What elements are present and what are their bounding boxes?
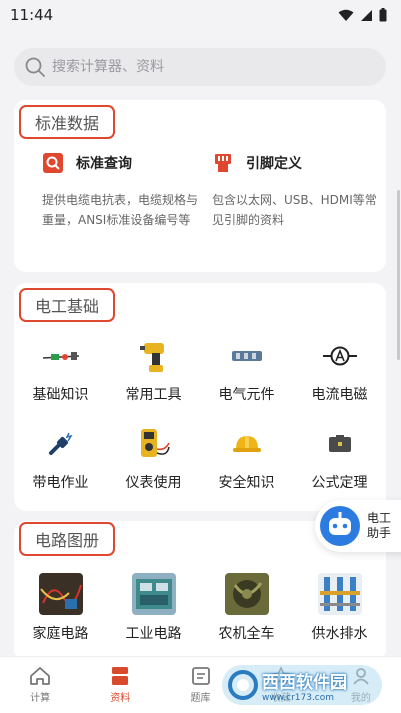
photo-label: 供水排水 [311, 626, 368, 642]
photo-label: 农机全车 [218, 626, 275, 642]
search-bar[interactable] [14, 48, 386, 86]
status-time: 11:44 [10, 6, 54, 24]
grid-label: 常用工具 [125, 387, 182, 403]
standard-data-card: 标准数据 标准查询 提供电缆电抗表，电缆规格与重量，ANSI标准设备编号等 引脚… [14, 100, 386, 272]
electrician-assistant-button[interactable]: 电工 助手 [315, 500, 401, 552]
battery-icon [379, 8, 387, 22]
grid-item-water-supply[interactable]: 供水排水 [293, 573, 386, 643]
watermark-overlay: 西西软件园 www.cr173.com [222, 665, 382, 705]
standard-query-item[interactable]: 标准查询 提供电缆电抗表，电缆规格与重量，ANSI标准设备编号等 [42, 152, 207, 230]
water-supply-photo [317, 573, 362, 615]
question-bank-icon [191, 667, 210, 685]
power-drill-icon [139, 343, 164, 372]
search-input[interactable] [52, 59, 352, 75]
tab-label: 计算 [30, 693, 51, 704]
grid-label: 安全知识 [218, 475, 275, 491]
cell-signal-icon [361, 9, 372, 21]
standard-query-desc: 提供电缆电抗表，电缆规格与重量，ANSI标准设备编号等 [42, 193, 199, 227]
grid-label: 电气元件 [218, 387, 275, 403]
ammeter-symbol-icon [322, 346, 357, 366]
section-title-circuits: 电路图册 [19, 522, 116, 556]
wifi-icon [338, 9, 354, 21]
watermark-url: www.cr173.com [262, 692, 335, 703]
photo-label: 工业电路 [125, 626, 182, 642]
grid-label: 公式定理 [311, 475, 368, 491]
grid-item-electrical-components[interactable]: 电气元件 [200, 338, 293, 426]
grid-item-current-electromagnetism[interactable]: 电流电磁 [293, 338, 386, 426]
grid-item-live-work[interactable]: 带电作业 [14, 426, 107, 514]
tab-documents[interactable]: 资料 [80, 657, 160, 713]
robot-icon [320, 506, 360, 546]
pin-definition-label: 引脚定义 [246, 156, 302, 172]
pin-definition-desc: 包含以太网、USB、HDMI等常见引脚的资料 [212, 193, 377, 227]
grid-item-home-circuit[interactable]: 家庭电路 [14, 573, 107, 643]
assistant-label: 电工 助手 [367, 511, 392, 540]
formula-box-icon [328, 435, 351, 452]
basic-knowledge-icon [42, 352, 79, 360]
status-bar: 11:44 [0, 0, 401, 30]
documents-icon [112, 667, 129, 685]
standard-search-icon [43, 153, 63, 173]
multimeter-icon [140, 429, 170, 457]
grid-item-safety-knowledge[interactable]: 安全知识 [200, 426, 293, 514]
grid-item-farm-machine[interactable]: 农机全车 [200, 573, 293, 643]
grid-item-common-tools[interactable]: 常用工具 [107, 338, 200, 426]
home-icon [30, 667, 50, 685]
farm-machine-photo [224, 573, 269, 615]
watermark-text: 西西软件园 [262, 672, 347, 693]
grid-label: 带电作业 [32, 475, 89, 491]
tab-label: 题库 [190, 693, 211, 704]
tab-label: 资料 [110, 693, 131, 704]
electrical-basics-card: 电工基础 基础知识 常用工具 电气元件 电流电磁 带电作业 仪表使用 安全知识 … [14, 283, 386, 511]
grid-label: 仪表使用 [125, 475, 182, 491]
safety-helmet-icon [232, 436, 261, 452]
live-work-plug-icon [48, 432, 73, 455]
search-icon [25, 57, 45, 77]
standard-query-label: 标准查询 [76, 156, 132, 172]
grid-item-meter-usage[interactable]: 仪表使用 [107, 426, 200, 514]
grid-label: 电流电磁 [311, 387, 368, 403]
pin-connector-icon [215, 154, 231, 172]
section-title-basics: 电工基础 [19, 288, 116, 322]
watermark-logo-icon [228, 670, 258, 700]
grid-item-industrial-circuit[interactable]: 工业电路 [107, 573, 200, 643]
photo-label: 家庭电路 [32, 626, 89, 642]
status-icons [338, 8, 387, 22]
tab-calculate[interactable]: 计算 [0, 657, 80, 713]
grid-item-basic-knowledge[interactable]: 基础知识 [14, 338, 107, 426]
industrial-circuit-photo [131, 573, 176, 615]
pin-definition-item[interactable]: 引脚定义 包含以太网、USB、HDMI等常见引脚的资料 [212, 152, 377, 230]
scrollbar-thumb[interactable] [397, 190, 400, 360]
electrical-component-icon [231, 351, 262, 361]
section-title-standard: 标准数据 [19, 105, 116, 139]
home-circuit-photo [38, 573, 83, 615]
grid-label: 基础知识 [32, 387, 89, 403]
